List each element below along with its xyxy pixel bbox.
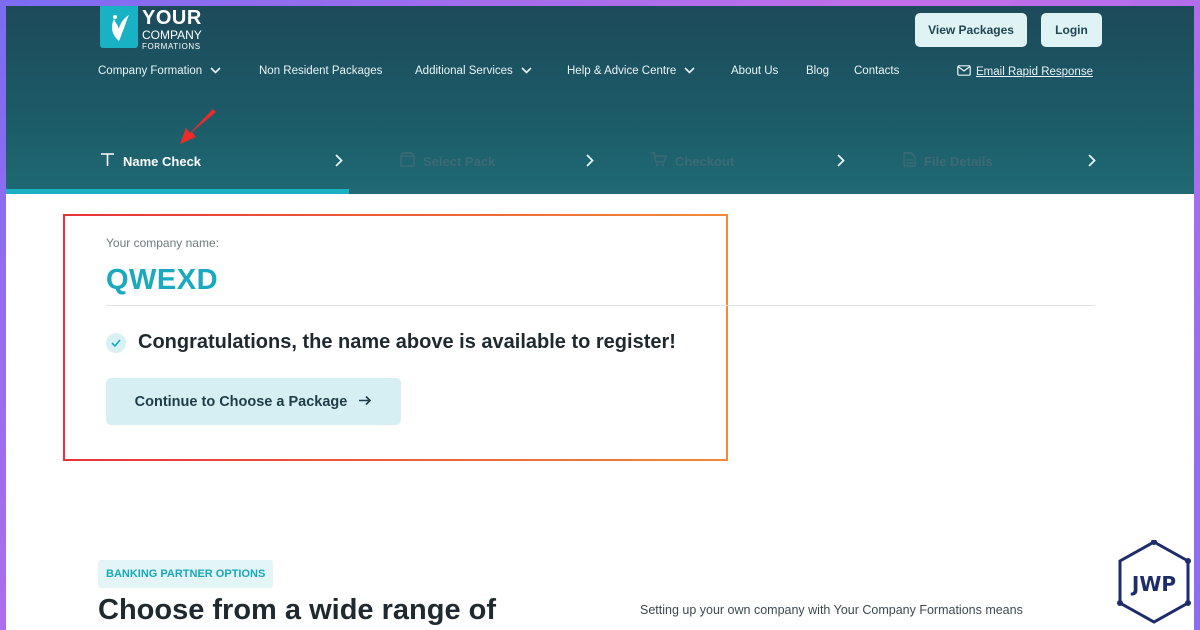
step-label: Select Pack <box>423 153 496 169</box>
login-button[interactable]: Login <box>1041 13 1102 47</box>
company-name-value: QWEXD <box>106 264 219 296</box>
checkout-steps: Name Check Select Pack Checkout File Det… <box>6 146 1194 194</box>
brand-line-3: FORMATIONS <box>142 42 201 51</box>
nav-non-resident-packages[interactable]: Non Resident Packages <box>259 65 382 77</box>
chevron-right-icon <box>586 154 594 172</box>
email-link-label: Email Rapid Response <box>976 66 1093 78</box>
nav-help-advice[interactable]: Help & Advice Centre <box>567 65 695 77</box>
brand-wordmark: YOUR COMPANY FORMATIONS <box>142 8 202 51</box>
chevron-right-icon <box>335 154 343 172</box>
nav-label: Additional Services <box>415 65 513 77</box>
chevron-down-icon <box>210 65 221 77</box>
nav-company-formation[interactable]: Company Formation <box>98 65 221 77</box>
step-label: File Details <box>924 153 993 169</box>
site-header: YOUR COMPANY FORMATIONS View Packages Lo… <box>6 6 1194 194</box>
step-label: Name Check <box>123 153 202 169</box>
step-progress-bar <box>6 189 349 194</box>
brand-logo[interactable]: YOUR COMPANY FORMATIONS <box>100 6 202 51</box>
continue-to-package-button[interactable]: Continue to Choose a Package <box>106 378 401 425</box>
arrow-right-icon <box>359 394 372 410</box>
brand-line-2: COMPANY <box>142 28 202 42</box>
nav-label: Non Resident Packages <box>259 65 383 77</box>
step-select-pack[interactable]: Select Pack <box>400 152 495 170</box>
watermark-text: JWP <box>1130 572 1176 596</box>
text-icon <box>100 152 115 170</box>
brand-line-1: YOUR <box>142 7 202 29</box>
jwp-watermark-logo: JWP <box>1116 539 1192 629</box>
nav-label: Contacts <box>854 65 900 77</box>
banking-heading: Choose from a wide range of <box>98 594 496 626</box>
chevron-right-icon <box>1088 154 1096 172</box>
company-name-label: Your company name: <box>106 236 219 250</box>
nav-label: About Us <box>731 65 779 77</box>
check-icon <box>106 333 126 353</box>
step-checkout[interactable]: Checkout <box>650 152 734 170</box>
nav-label: Blog <box>806 65 830 77</box>
step-name-check[interactable]: Name Check <box>100 152 201 170</box>
chevron-down-icon <box>684 65 695 77</box>
chevron-down-icon <box>521 65 532 77</box>
availability-message: Congratulations, the name above is avail… <box>138 331 676 353</box>
nav-additional-services[interactable]: Additional Services <box>415 65 532 77</box>
nav-about-us[interactable]: About Us <box>731 65 778 77</box>
banking-partner-tag: BANKING PARTNER OPTIONS <box>98 560 274 588</box>
page-frame: YOUR COMPANY FORMATIONS View Packages Lo… <box>6 6 1194 630</box>
nav-label: Help & Advice Centre <box>567 65 677 77</box>
nav-contacts[interactable]: Contacts <box>854 65 899 77</box>
cart-icon <box>650 152 667 170</box>
view-packages-button[interactable]: View Packages <box>915 13 1027 47</box>
divider <box>106 305 1095 306</box>
step-label: Checkout <box>675 153 735 169</box>
email-rapid-response-link[interactable]: Email Rapid Response <box>957 65 1093 79</box>
document-icon <box>903 152 916 170</box>
nav-label: Company Formation <box>98 65 203 77</box>
phoenix-logo-icon <box>100 6 138 48</box>
nav-blog[interactable]: Blog <box>806 65 829 77</box>
main-nav: Company Formation Non Resident Packages … <box>98 65 1102 83</box>
package-icon <box>400 152 415 170</box>
step-file-details[interactable]: File Details <box>903 152 993 170</box>
mail-icon <box>957 65 971 79</box>
banking-paragraph: Setting up your own company with Your Co… <box>640 603 1023 617</box>
chevron-right-icon <box>837 154 845 172</box>
continue-button-label: Continue to Choose a Package <box>134 393 348 410</box>
